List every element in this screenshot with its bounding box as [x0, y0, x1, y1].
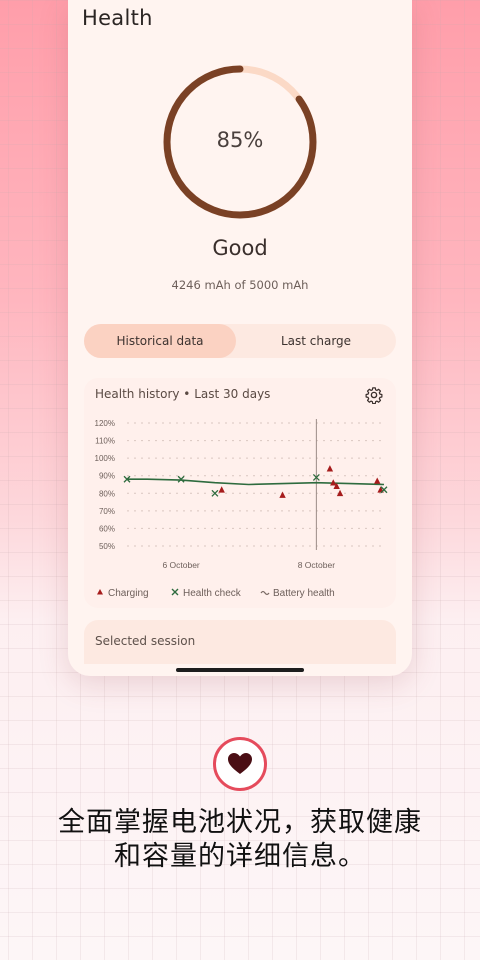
- gear-icon[interactable]: [365, 386, 383, 404]
- home-indicator[interactable]: [176, 668, 304, 672]
- y-tick-label: 120%: [95, 419, 115, 428]
- legend-label: Health check: [183, 588, 242, 599]
- tab-last-charge[interactable]: Last charge: [240, 324, 392, 358]
- health-history-chart: 120% 110% 100% 90% 80% 70% 60% 50% 6 October 8 Oc…: [95, 419, 388, 599]
- x-tick-label: 6 October: [162, 560, 199, 570]
- y-tick-label: 70%: [99, 507, 115, 516]
- battery-health-line: [127, 478, 385, 486]
- page-title: Health: [82, 6, 153, 30]
- charging-point: [279, 491, 286, 498]
- y-tick-label: 110%: [95, 437, 115, 446]
- heart-badge: [213, 737, 267, 791]
- charging-point: [218, 486, 225, 493]
- charging-point: [374, 477, 381, 484]
- x-tick-label: 8 October: [298, 560, 335, 570]
- caption-line-1: 全面掌握电池状况，获取健康: [58, 807, 422, 838]
- legend-health-check-icon: [171, 588, 179, 596]
- y-tick-label: 80%: [99, 489, 115, 498]
- selected-session[interactable]: Selected session: [84, 620, 396, 664]
- health-history-card: 120% 110% 100% 90% 80% 70% 60% 50% 6 October 8 Oc…: [84, 378, 396, 608]
- tab-historical-data[interactable]: Historical data: [84, 324, 236, 358]
- y-tick-label: 50%: [99, 542, 115, 551]
- health-check-point: [177, 475, 185, 483]
- card-title: Health history • Last 30 days: [95, 387, 271, 401]
- promo-caption: 全面掌握电池状况，获取健康 和容量的详细信息。: [0, 806, 480, 874]
- health-percent: 85%: [216, 128, 264, 152]
- phone-screen: Health 85% Good 4246 mAh of 5000 mAh His…: [68, 0, 412, 676]
- data-tabs: Historical data Last charge: [84, 324, 396, 358]
- legend-label: Battery health: [273, 588, 335, 599]
- y-tick-label: 60%: [99, 524, 115, 533]
- legend-battery-health-icon: [260, 590, 270, 596]
- charging-point: [326, 465, 334, 472]
- legend-label: Charging: [108, 588, 149, 599]
- heart-icon: [228, 753, 252, 774]
- caption-line-2: 和容量的详细信息。: [114, 841, 366, 872]
- capacity-text: 4246 mAh of 5000 mAh: [171, 278, 309, 292]
- health-status: Good: [212, 236, 268, 260]
- y-tick-label: 100%: [95, 454, 115, 463]
- legend-charging-icon: [97, 589, 103, 595]
- health-ring: 85%: [162, 64, 318, 220]
- y-tick-label: 90%: [99, 472, 115, 481]
